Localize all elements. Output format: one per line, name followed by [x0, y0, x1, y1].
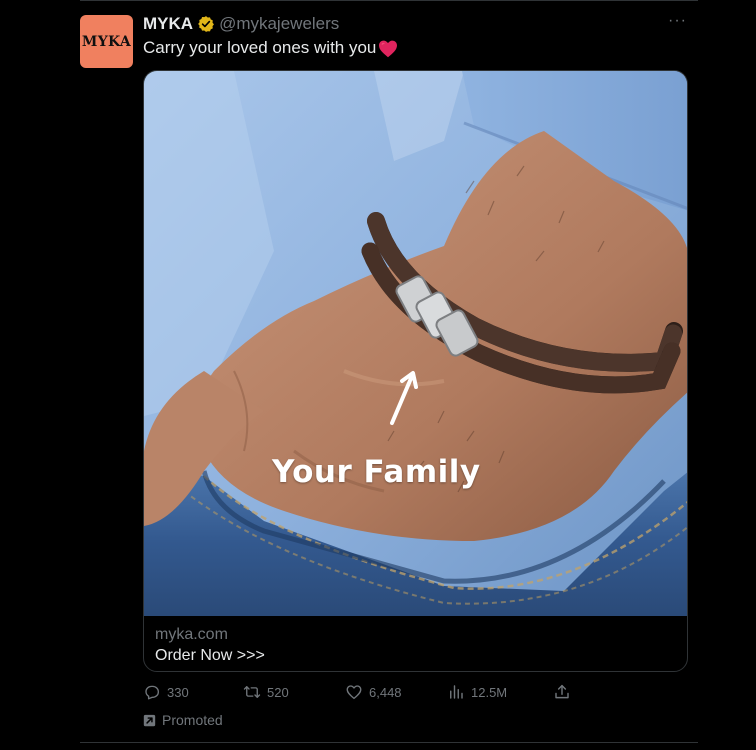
ad-card[interactable]: Your Family myka.com Order Now >>> [143, 70, 688, 672]
card-cta[interactable]: Order Now >>> [155, 647, 265, 665]
like-count: 6,448 [369, 684, 402, 700]
promoted-label: Promoted [143, 710, 223, 730]
repost-icon [243, 686, 261, 698]
ad-media-image[interactable]: Your Family [144, 71, 687, 616]
reply-count: 330 [167, 684, 189, 700]
like-button[interactable]: 6,448 [345, 681, 402, 703]
avatar[interactable]: MYKA [80, 15, 133, 68]
card-domain[interactable]: myka.com [155, 626, 228, 644]
share-icon [555, 684, 569, 699]
red-heart-emoji-icon [378, 39, 398, 58]
tweet-text: Carry your loved ones with you [143, 38, 398, 58]
promoted-icon [143, 714, 156, 726]
views-count: 12.5M [471, 684, 508, 700]
handle[interactable]: @mykajewelers [219, 14, 339, 34]
card-footer[interactable]: myka.com Order Now >>> [144, 616, 687, 671]
verified-badge-icon[interactable] [197, 15, 215, 33]
repost-button[interactable]: 520 [243, 681, 289, 703]
more-options-icon[interactable]: ··· [668, 12, 687, 30]
repost-count: 520 [267, 684, 289, 700]
divider [80, 0, 698, 1]
avatar-logo-text: MYKA [81, 33, 132, 50]
tweet-header: MYKA @mykajewelers [143, 13, 339, 35]
tweet-text-content: Carry your loved ones with you [143, 38, 377, 57]
promoted-tweet[interactable]: MYKA MYKA @mykajewelers ··· Carry your l… [79, 0, 698, 750]
reply-button[interactable]: 330 [143, 681, 189, 703]
divider [80, 742, 698, 743]
tweet-actions: 330 520 6,448 12.5M [143, 681, 583, 703]
views-button[interactable]: 12.5M [447, 681, 507, 703]
display-name[interactable]: MYKA [143, 14, 193, 34]
views-icon [450, 685, 463, 699]
like-icon [346, 685, 362, 700]
promoted-text: Promoted [162, 712, 223, 728]
share-button[interactable] [553, 681, 577, 703]
reply-icon [145, 685, 160, 700]
image-overlay-caption: Your Family [272, 454, 481, 490]
